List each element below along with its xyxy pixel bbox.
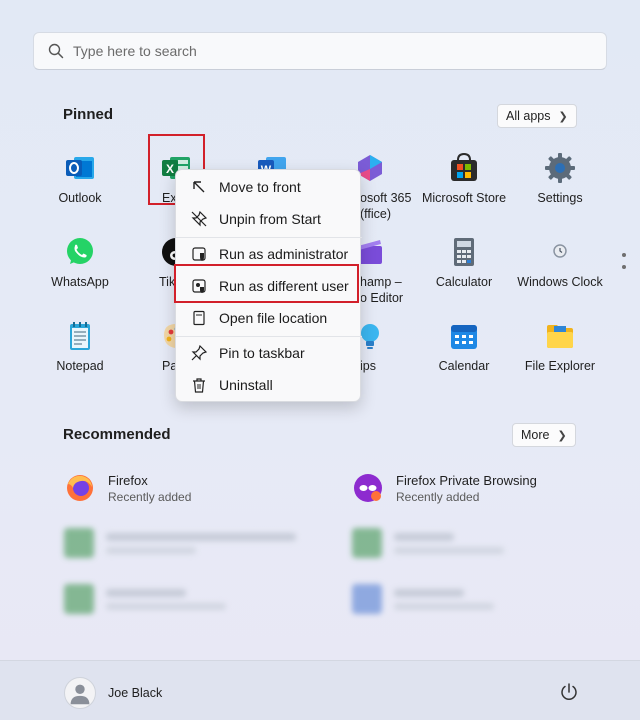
start-menu: Pinned All apps ❯ Outlook X: [0, 0, 640, 720]
more-label: More: [521, 428, 550, 442]
app-label: Calculator: [435, 275, 493, 289]
folder-open-icon: [190, 309, 208, 327]
user-account-button[interactable]: Joe Black: [64, 677, 162, 709]
page-dot[interactable]: [622, 253, 626, 257]
menu-separator: [176, 237, 362, 238]
firefox-icon: [64, 472, 96, 504]
search-box[interactable]: [33, 32, 607, 70]
menu-item-pin-to-taskbar[interactable]: Pin to taskbar: [176, 339, 362, 367]
chevron-right-icon: ❯: [557, 429, 567, 442]
menu-item-label: Uninstall: [219, 377, 273, 393]
recommended-item-sub: Recently added: [396, 489, 480, 504]
app-label: WhatsApp: [51, 275, 109, 289]
app-label: Notepad: [56, 359, 104, 373]
menu-item-uninstall[interactable]: Uninstall: [176, 371, 362, 399]
clock-icon: [544, 236, 576, 268]
blurred-recommended-item[interactable]: [352, 584, 494, 614]
trash-icon: [190, 376, 208, 394]
notepad-icon: [64, 320, 96, 352]
menu-item-label: Unpin from Start: [219, 211, 321, 227]
user-name: Joe Black: [108, 686, 163, 700]
menu-separator: [176, 336, 362, 337]
store-icon: [448, 152, 480, 184]
pinned-app-file-explorer[interactable]: File Explorer: [512, 320, 608, 374]
power-icon: [561, 683, 577, 700]
pinned-app-calculator[interactable]: Calculator: [416, 236, 512, 290]
run-as-different-user-highlight-box: [174, 264, 359, 303]
avatar: [64, 677, 96, 709]
unpin-icon: [190, 210, 208, 228]
recommended-title: Recommended: [63, 426, 171, 443]
pinned-app-microsoft-store[interactable]: Microsoft Store: [416, 152, 512, 206]
arrow-up-left-icon: [190, 178, 208, 196]
menu-item-label: Move to front: [219, 179, 301, 195]
calculator-icon: [448, 236, 480, 268]
whatsapp-icon: [64, 236, 96, 268]
pinned-app-notepad[interactable]: Notepad: [32, 320, 128, 374]
menu-item-unpin-from-start[interactable]: Unpin from Start: [176, 205, 362, 233]
blurred-recommended-item[interactable]: [64, 528, 296, 558]
recommended-item-firefox[interactable]: Firefox Recently added: [64, 472, 191, 504]
menu-item-move-to-front[interactable]: Move to front: [176, 173, 362, 201]
search-icon: [48, 43, 64, 59]
gear-icon: [544, 152, 576, 184]
outlook-icon: [64, 152, 96, 184]
pinned-app-outlook[interactable]: Outlook: [32, 152, 128, 206]
blurred-recommended-item[interactable]: [64, 584, 226, 614]
power-button[interactable]: [558, 681, 580, 703]
calendar-icon: [448, 320, 480, 352]
recommended-item-name: Firefox Private Browsing: [396, 472, 537, 488]
pin-icon: [190, 344, 208, 362]
recommended-item-sub: Recently added: [108, 489, 192, 504]
more-button[interactable]: More ❯: [512, 423, 576, 447]
app-label: Outlook: [58, 191, 102, 205]
app-label: Windows Clock: [517, 275, 603, 289]
firefox-private-icon: [352, 472, 384, 504]
menu-item-open-file-location[interactable]: Open file location: [176, 304, 362, 332]
shield-icon: [190, 245, 208, 263]
pinned-app-whatsapp[interactable]: WhatsApp: [32, 236, 128, 290]
pinned-app-calendar[interactable]: Calendar: [416, 320, 512, 374]
pinned-title: Pinned: [63, 106, 114, 123]
menu-item-label: Run as administrator: [219, 246, 349, 262]
blurred-recommended-item[interactable]: [352, 528, 504, 558]
folder-icon: [544, 320, 576, 352]
search-input[interactable]: [73, 43, 553, 59]
recommended-item-firefox-private[interactable]: Firefox Private Browsing Recently added: [352, 472, 537, 504]
recommended-item-name: Firefox: [108, 472, 148, 488]
app-label: Microsoft Store: [421, 191, 507, 205]
app-label: Settings: [537, 191, 583, 205]
all-apps-label: All apps: [506, 109, 551, 123]
page-dot[interactable]: [622, 265, 626, 269]
pinned-app-windows-clock[interactable]: Windows Clock: [512, 236, 608, 290]
all-apps-button[interactable]: All apps ❯: [497, 104, 577, 128]
menu-item-label: Pin to taskbar: [219, 345, 305, 361]
pinned-app-settings[interactable]: Settings: [512, 152, 608, 206]
page-indicator[interactable]: [622, 253, 626, 277]
chevron-right-icon: ❯: [558, 110, 568, 123]
user-icon: [70, 684, 90, 705]
app-label: File Explorer: [524, 359, 596, 373]
menu-item-label: Open file location: [219, 310, 328, 326]
app-label: Calendar: [438, 359, 490, 373]
